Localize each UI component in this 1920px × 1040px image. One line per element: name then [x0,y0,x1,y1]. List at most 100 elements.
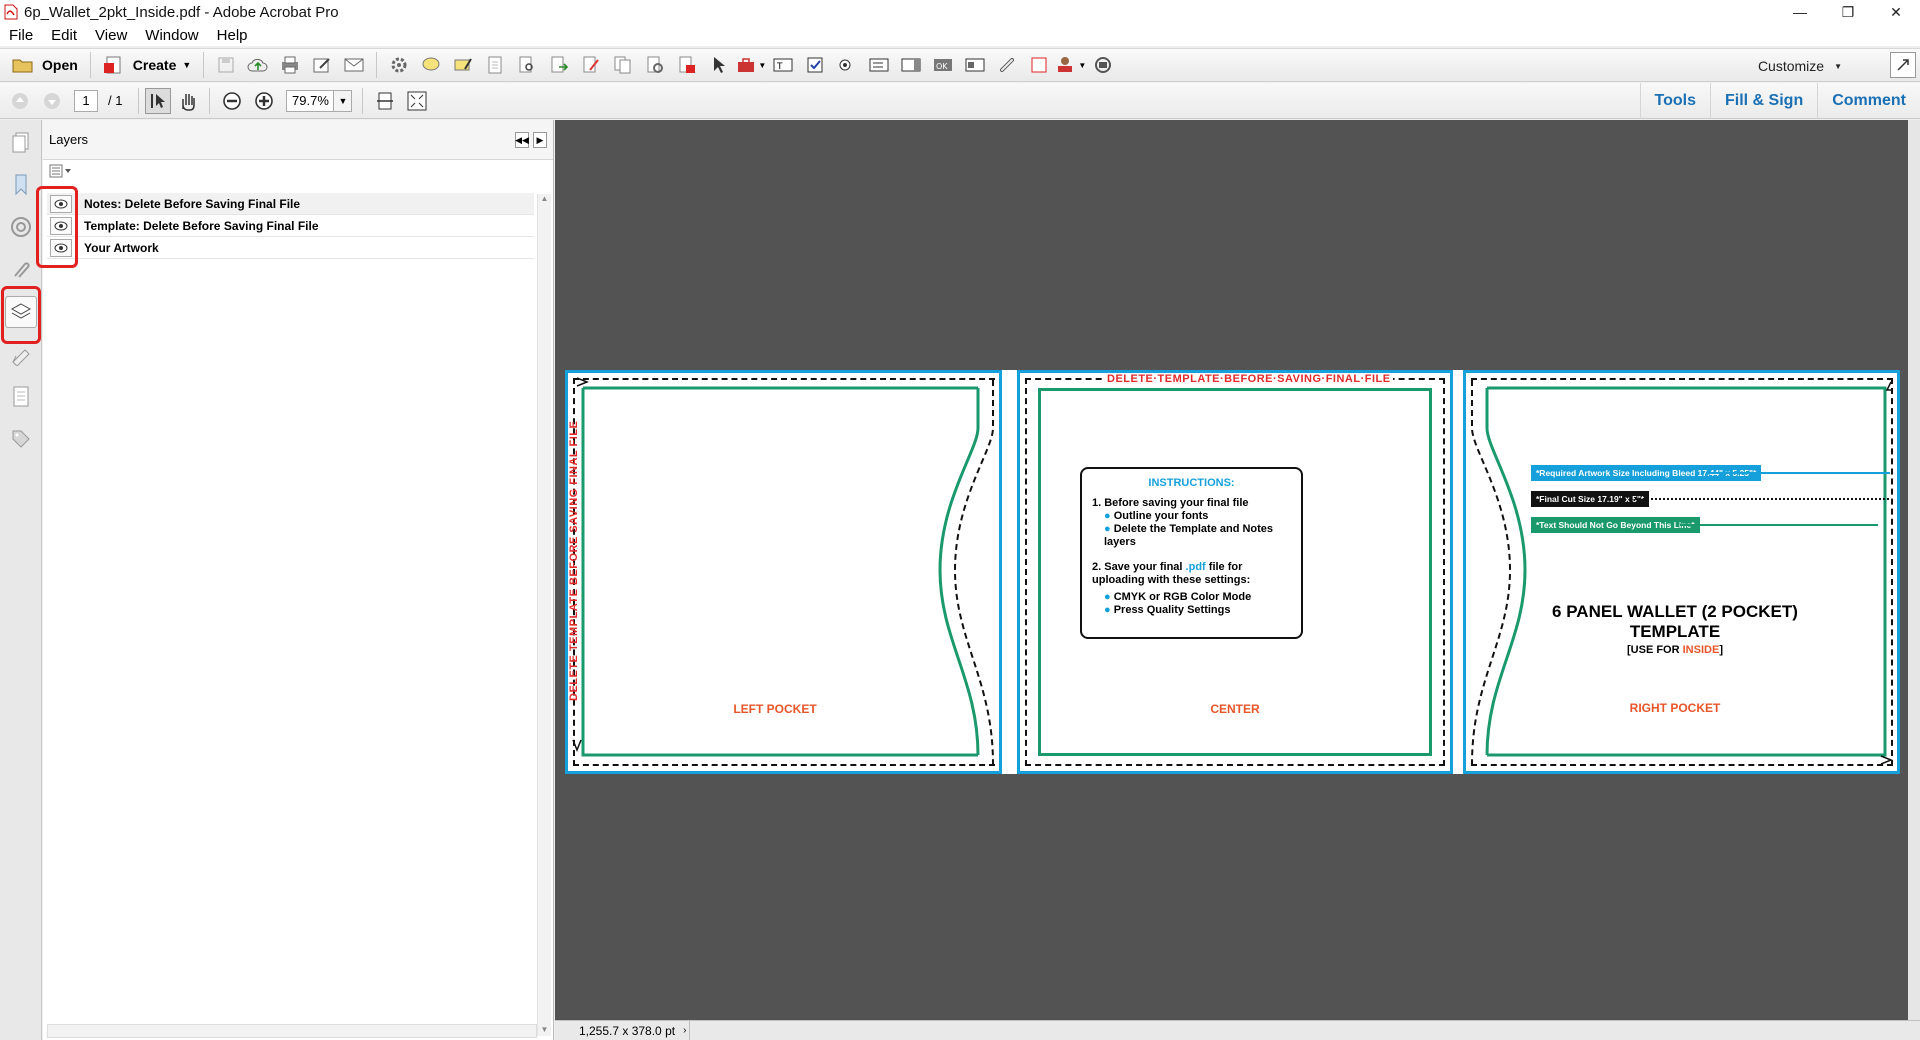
page-thumbnails-icon[interactable] [6,128,36,158]
text-field-icon[interactable]: T [767,51,799,79]
tab-tools[interactable]: Tools [1639,83,1710,119]
layer-name: Template: Delete Before Saving Final Fil… [84,218,319,233]
use-for-note: [USE FOR INSIDE] [1627,644,1723,656]
highlight-icon[interactable] [447,51,479,79]
expand-panel-icon[interactable]: ▶ [533,132,547,148]
tags-icon[interactable] [6,424,36,454]
center-label: CENTER [1210,702,1260,716]
signatures-icon[interactable] [6,212,36,242]
layers-scrollbar[interactable]: ▲ ▼ [537,194,551,1036]
scroll-up-icon[interactable]: ▲ [538,194,551,203]
layers-horizontal-scrollbar[interactable] [47,1024,537,1038]
protect-icon[interactable] [671,51,703,79]
image-field-icon[interactable] [959,51,991,79]
wallet-title-line2: TEMPLATE [1629,622,1721,641]
link-icon[interactable] [991,51,1023,79]
full-screen-icon[interactable] [1890,52,1916,78]
svg-text:OK: OK [936,62,948,71]
folder-icon [12,59,33,73]
select-tool-icon[interactable] [145,87,172,114]
instruction-1b: Delete the Template and Notes layers [1104,523,1274,548]
select-cursor-icon[interactable] [703,51,735,79]
main-toolbar: Open Create ▼ ▼ T OK ▼ Customize ▼ [0,48,1920,82]
chevron-right-icon: › [683,1025,687,1036]
document-icon[interactable] [479,51,511,79]
attachments-icon[interactable] [6,254,36,284]
menu-file[interactable]: File [0,27,42,44]
side-delete-note: DELETE TEMPLATE BEFORE SAVING FINAL FILE [568,420,580,701]
rectangle-icon[interactable] [1023,51,1055,79]
full-view-icon[interactable] [401,87,433,115]
export-icon[interactable] [543,51,575,79]
svg-text:T: T [776,62,783,72]
settings-gear-icon[interactable] [383,51,415,79]
page-number-input[interactable]: 1 [74,89,98,112]
customize-dropdown[interactable]: Customize ▼ [1758,52,1842,80]
sign-icon[interactable] [575,51,607,79]
restore-button[interactable]: ❐ [1824,0,1872,24]
status-bar: 1,255.7 x 378.0 pt › [555,1020,1920,1040]
layer-row-template[interactable]: Template: Delete Before Saving Final Fil… [47,215,534,237]
save-icon[interactable] [210,51,242,79]
layers-panel-header: Layers ◀◀ ▶ [43,120,553,160]
menu-bar: File Edit View Window Help [0,24,1920,46]
list-box-icon[interactable] [863,51,895,79]
previous-page-icon[interactable] [4,87,36,115]
next-page-icon[interactable] [36,87,68,115]
radio-button-icon[interactable] [831,51,863,79]
menu-edit[interactable]: Edit [42,27,86,44]
layer-options-dropdown[interactable] [43,160,553,182]
layer-row-notes[interactable]: Notes: Delete Before Saving Final File [47,193,534,215]
fit-page-icon[interactable] [369,87,401,115]
model-tree-icon[interactable] [6,382,36,412]
window-title: 6p_Wallet_2pkt_Inside.pdf - Adobe Acroba… [24,3,339,21]
menu-help[interactable]: Help [208,27,257,44]
stamp-icon[interactable]: ▼ [1055,51,1087,79]
layers-panel-title: Layers [49,132,89,147]
create-button[interactable]: Create ▼ [97,51,198,79]
hand-tool-icon[interactable] [171,87,203,115]
zoom-in-icon[interactable] [248,87,280,115]
zoom-dropdown-icon[interactable]: ▼ [334,89,353,112]
layer-row-artwork[interactable]: Your Artwork [47,237,534,259]
instruction-1a: Outline your fonts [1113,510,1209,522]
print-icon[interactable] [274,51,306,79]
zoom-level-input[interactable]: 79.7% [286,89,335,112]
redact-settings-icon[interactable] [639,51,671,79]
share-review-icon[interactable] [1087,51,1119,79]
pdf-extension: .pdf [1185,561,1206,573]
email-icon[interactable] [338,51,370,79]
cloud-upload-icon[interactable] [242,51,274,79]
content-icon[interactable] [6,340,36,370]
collapse-panel-icon[interactable]: ◀◀ [515,132,529,148]
edit-icon[interactable] [306,51,338,79]
comment-bubble-icon[interactable] [415,51,447,79]
pdf-file-icon [4,4,18,20]
close-button[interactable]: ✕ [1872,0,1920,24]
document-search-icon[interactable] [511,51,543,79]
toolbox-icon[interactable]: ▼ [735,51,767,79]
menu-view[interactable]: View [86,27,136,44]
create-pdf-icon [103,56,121,74]
menu-window[interactable]: Window [136,27,207,44]
chevron-down-icon: ▼ [1834,61,1842,71]
navigation-toolbar: 1 / 1 79.7% ▼ Tools Fill & Sign Comment [0,83,1920,119]
pages-icon[interactable] [607,51,639,79]
checkbox-icon[interactable] [799,51,831,79]
pdf-page: DELETE TEMPLATE BEFORE SAVING FINAL FILE… [565,370,1900,774]
open-button[interactable]: Open [6,51,84,79]
zoom-out-icon[interactable] [216,87,248,115]
page-size-readout[interactable]: 1,255.7 x 378.0 pt › [555,1020,690,1040]
left-pocket-label: LEFT POCKET [733,702,817,716]
instruction-2a: CMYK or RGB Color Mode [1113,591,1252,603]
ok-button-icon[interactable]: OK [927,51,959,79]
document-scrollbar[interactable] [1908,120,1920,1020]
tab-fill-sign[interactable]: Fill & Sign [1710,83,1817,119]
title-bar: 6p_Wallet_2pkt_Inside.pdf - Adobe Acroba… [0,0,1920,24]
scroll-down-icon[interactable]: ▼ [538,1025,551,1034]
bookmarks-icon[interactable] [6,170,36,200]
tab-comment[interactable]: Comment [1817,83,1920,119]
dropdown-field-icon[interactable] [895,51,927,79]
instruction-step-1: 1. Before saving your final file [1092,497,1249,509]
minimize-button[interactable]: — [1776,0,1824,24]
